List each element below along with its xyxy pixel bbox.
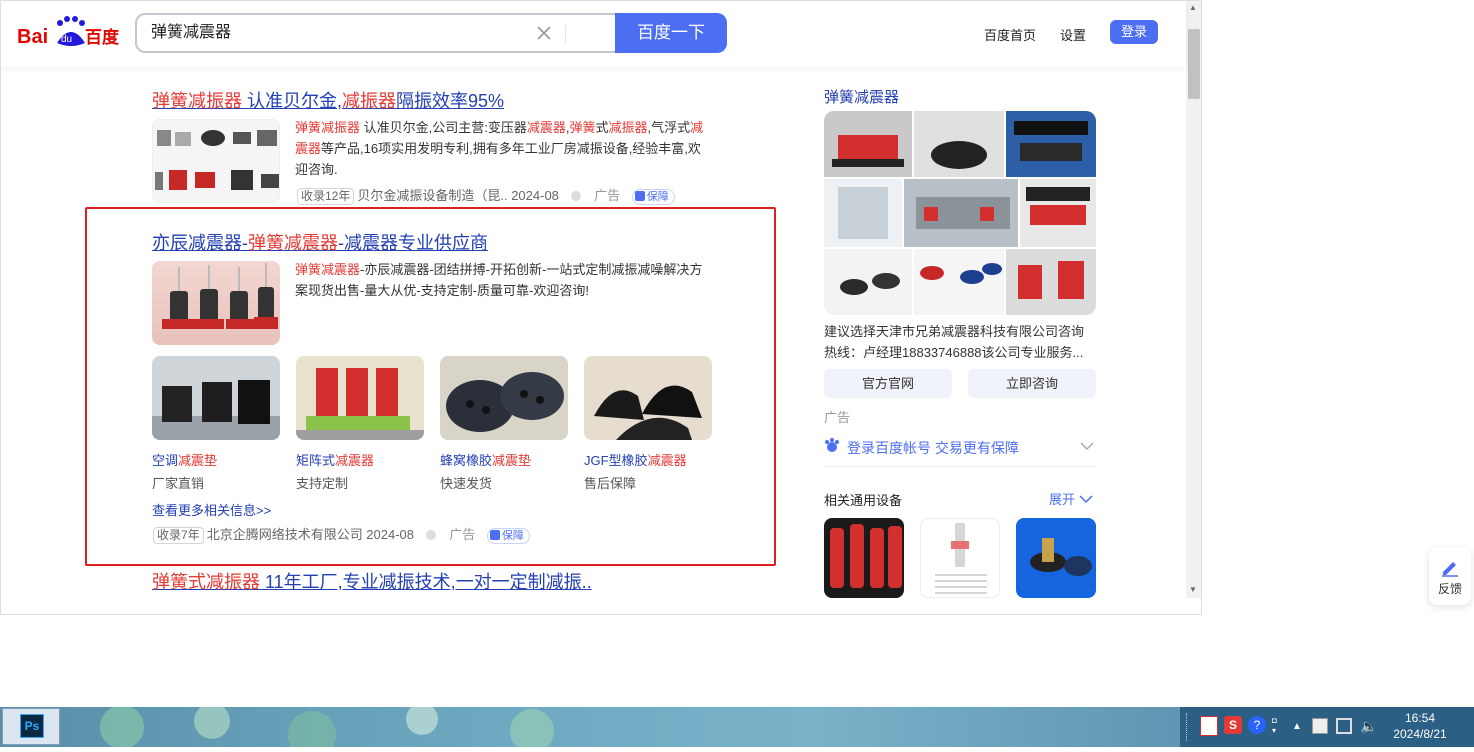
top-header: Bai du 百度 百度一下 百度首页 设置 登录	[1, 1, 1186, 67]
official-site-button[interactable]: 官方官网	[824, 369, 952, 398]
pen-icon	[1442, 562, 1458, 577]
network-tray-icon[interactable]	[1336, 718, 1352, 734]
ad-label: 广告	[594, 188, 621, 203]
result-1-meta: 收录12年 贝尔金减振设备制造（昆.. 2024-08 广告 保障	[297, 185, 675, 205]
login-button[interactable]: 登录	[1110, 20, 1158, 44]
show-hidden-icons[interactable]: ▲	[1292, 721, 1302, 732]
svg-text:du: du	[61, 34, 72, 45]
result-3-title[interactable]: 弹簧式减振器 11年工厂,专业减振技术,一对一定制减振..	[152, 568, 592, 594]
settings-link[interactable]: 设置	[1060, 25, 1086, 44]
shield-icon	[634, 191, 645, 201]
side-image-grid[interactable]	[824, 111, 1096, 315]
chevron-down-icon	[1079, 495, 1093, 504]
horizontal-scroll-area	[1, 598, 1186, 614]
scroll-down-arrow[interactable]: ▼	[1189, 585, 1197, 594]
tray-grip	[1186, 713, 1190, 741]
result-1-description: 弹簧减振器 认准贝尔金,公司主营:变压器减震器,弹簧式减振器,气浮式减震器等产品…	[295, 120, 704, 177]
input-method-tray-icon[interactable]: ◘ ▾	[1272, 716, 1284, 736]
scroll-up-arrow[interactable]: ▲	[1189, 3, 1197, 12]
chevron-down-icon[interactable]	[1079, 439, 1095, 453]
photoshop-icon: Ps	[20, 714, 44, 738]
side-divider	[824, 466, 1096, 467]
search-input[interactable]	[151, 15, 521, 51]
result-1-title[interactable]: 弹簧减振器 认准贝尔金,减振器隔振效率95%	[152, 87, 504, 113]
photoshop-taskbar-button[interactable]: Ps	[2, 708, 60, 745]
volume-icon[interactable]: 🔈	[1360, 718, 1377, 735]
help-tray-icon[interactable]: ?	[1248, 716, 1266, 734]
consult-now-button[interactable]: 立即咨询	[968, 369, 1096, 398]
svg-text:百度: 百度	[85, 27, 120, 48]
taskbar-clock[interactable]: 16:54 2024/8/21	[1380, 710, 1460, 742]
clock-time: 16:54	[1404, 711, 1436, 725]
expand-button[interactable]: 展开	[1049, 489, 1093, 508]
side-card-title[interactable]: 弹簧减震器	[824, 86, 899, 107]
search-divider	[565, 25, 566, 43]
related-item-2-image[interactable]	[920, 518, 1000, 598]
highlight-box	[85, 207, 776, 566]
search-button[interactable]: 百度一下	[615, 13, 727, 53]
baidu-home-link[interactable]: 百度首页	[984, 25, 1036, 44]
expand-label: 展开	[1049, 492, 1076, 507]
flag-tray-icon[interactable]	[1312, 718, 1328, 734]
login-guarantee-link[interactable]: 登录百度帐号 交易更有保障	[847, 438, 1019, 458]
clear-icon[interactable]	[535, 24, 553, 42]
baidu-logo[interactable]: Bai du 百度	[17, 15, 121, 51]
side-ad-label: 广告	[824, 410, 851, 425]
svg-text:Bai: Bai	[17, 26, 48, 48]
side-card-description: 建议选择天津市兄弟减震器科技有限公司咨询热线：卢经理18833746888该公司…	[824, 324, 1085, 360]
scrollbar-thumb[interactable]	[1188, 29, 1200, 99]
feedback-button[interactable]: 反馈	[1429, 547, 1471, 605]
results-content: 弹簧减振器 认准贝尔金,减振器隔振效率95% 弹簧减振器 认准贝尔金,公司主营:…	[1, 1, 1186, 598]
related-item-3-image[interactable]	[1016, 518, 1096, 598]
related-item-1-image[interactable]	[824, 518, 904, 598]
sogou-tray-icon[interactable]: S	[1224, 716, 1242, 734]
index-age-tag: 收录12年	[297, 188, 355, 205]
taskbar-wallpaper	[62, 703, 622, 752]
clock-date: 2024/8/21	[1393, 727, 1447, 741]
related-section-title: 相关通用设备	[824, 493, 903, 508]
pdf-tray-icon[interactable]	[1200, 716, 1218, 736]
guarantee-badge[interactable]: 保障	[631, 189, 675, 205]
feedback-label: 反馈	[1437, 582, 1462, 596]
info-icon[interactable]	[570, 191, 581, 201]
paw-icon	[824, 437, 840, 453]
result-1-source[interactable]: 贝尔金减振设备制造（昆.. 2024-08	[357, 188, 559, 203]
guarantee-label: 保障	[646, 191, 669, 203]
result-1-thumbnail[interactable]	[152, 119, 280, 203]
browser-viewport: 弹簧减振器 认准贝尔金,减振器隔振效率95% 弹簧减振器 认准贝尔金,公司主营:…	[0, 0, 1202, 615]
